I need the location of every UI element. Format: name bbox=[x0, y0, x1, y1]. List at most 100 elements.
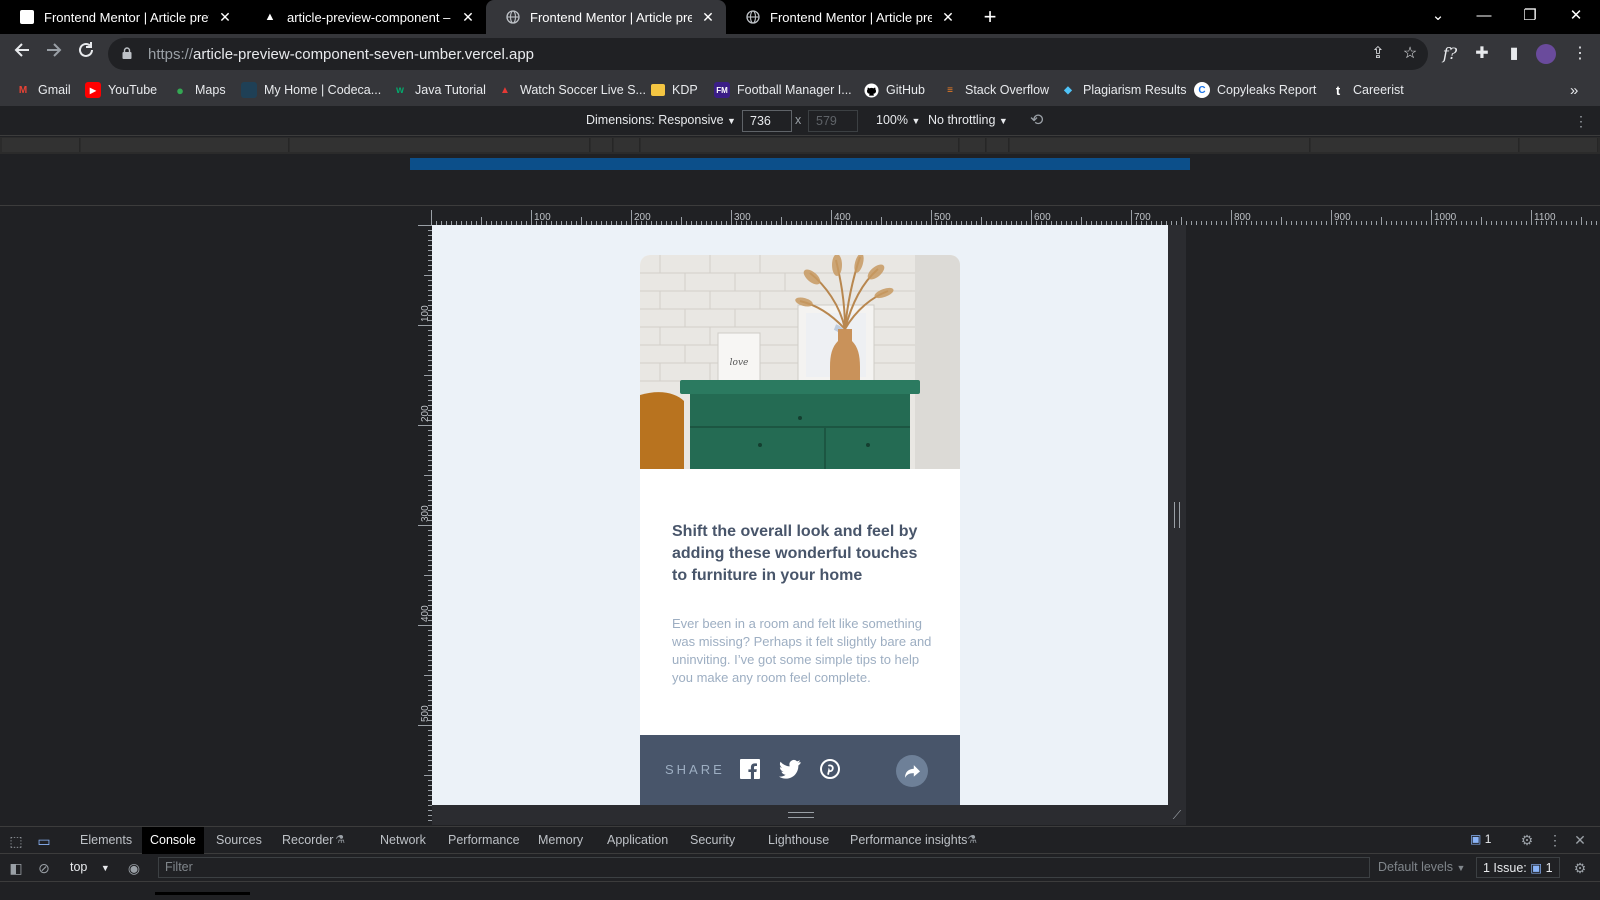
bookmark-kdp[interactable]: KDP bbox=[651, 80, 698, 100]
inspect-element-icon[interactable]: ⬚ bbox=[6, 831, 26, 851]
article-title[interactable]: Shift the overall look and feel by addin… bbox=[672, 521, 932, 587]
browser-tab-3-active[interactable]: Frontend Mentor | Article previe ✕ bbox=[486, 0, 726, 34]
bookmark-watch-soccer[interactable]: ▲ Watch Soccer Live S... bbox=[497, 80, 646, 100]
throttling-dropdown[interactable]: No throttling ▼ bbox=[928, 113, 1008, 127]
devtools-tab-performance[interactable]: Performance bbox=[440, 827, 528, 854]
issues-link[interactable]: 1 Issue: ▣ 1 bbox=[1476, 857, 1560, 878]
share-toggle-button[interactable] bbox=[896, 755, 928, 787]
close-window-button[interactable]: ✕ bbox=[1553, 0, 1599, 34]
devtools-tab-network[interactable]: Network bbox=[372, 827, 434, 854]
back-arrow-icon[interactable] bbox=[8, 40, 36, 68]
bookmark-plagiarism-results[interactable]: ◆ Plagiarism Results bbox=[1060, 80, 1186, 100]
devtools-tab-security[interactable]: Security bbox=[682, 827, 743, 854]
twitter-icon[interactable] bbox=[779, 759, 801, 781]
bookmark-copyleaks[interactable]: C Copyleaks Report bbox=[1194, 80, 1316, 100]
viewport-height-input[interactable]: 579 bbox=[808, 110, 858, 132]
viewport-corner-resizer[interactable]: ⟋ bbox=[1168, 805, 1186, 825]
issues-counter-badge[interactable]: ▣ 1 bbox=[1470, 832, 1491, 846]
close-tab-icon[interactable]: ✕ bbox=[700, 9, 716, 26]
close-tab-icon[interactable]: ✕ bbox=[217, 9, 233, 26]
pinterest-icon[interactable] bbox=[820, 759, 842, 781]
extensions-puzzle-icon[interactable]: ✚ bbox=[1468, 40, 1496, 68]
issues-label-count: 1 bbox=[1545, 861, 1553, 875]
share-page-icon[interactable]: ⇪ bbox=[1364, 40, 1392, 68]
bookmark-youtube[interactable]: ▶ YouTube bbox=[85, 80, 157, 100]
live-expression-eye-icon[interactable]: ◉ bbox=[124, 858, 144, 878]
devtools-tab-sources[interactable]: Sources bbox=[208, 827, 270, 854]
profile-avatar[interactable] bbox=[1532, 40, 1560, 68]
devtools-tab-console[interactable]: Console bbox=[142, 827, 204, 854]
context-selector[interactable]: top ▼ bbox=[70, 860, 110, 874]
device-toggle-icon[interactable]: ▭ bbox=[34, 831, 54, 851]
more-bookmarks-icon[interactable]: » bbox=[1570, 80, 1578, 100]
function-extension-icon[interactable]: f? bbox=[1436, 40, 1464, 68]
bookmark-careerist[interactable]: t Careerist bbox=[1330, 80, 1404, 100]
viewport-bottom-resizer[interactable] bbox=[432, 805, 1168, 825]
lock-icon[interactable] bbox=[122, 46, 138, 62]
zoom-dropdown[interactable]: 100% ▼ bbox=[876, 113, 920, 127]
chrome-menu-icon[interactable]: ⋮ bbox=[1566, 40, 1594, 68]
sidebar-toggle-icon[interactable]: ◧ bbox=[6, 858, 26, 878]
rotate-device-icon[interactable]: ⟲ bbox=[1030, 110, 1043, 130]
browser-tab-2[interactable]: ▲ article-preview-component – Ov ✕ bbox=[243, 0, 486, 34]
viewport-width-input[interactable]: 736 bbox=[742, 110, 792, 132]
bookmark-codecademy[interactable]: My Home | Codeca... bbox=[241, 80, 381, 100]
browser-tab-1[interactable]: Frontend Mentor | Article previe ✕ bbox=[0, 0, 243, 34]
devtools-tab-lighthouse[interactable]: Lighthouse bbox=[760, 827, 837, 854]
settings-gear-icon[interactable]: ⚙ bbox=[1517, 830, 1537, 850]
media-query-bar-max[interactable] bbox=[410, 158, 1190, 170]
experimental-flask-icon: ⚗ bbox=[967, 834, 977, 846]
devtools-menu-icon[interactable]: ⋮ bbox=[1545, 830, 1565, 850]
reload-icon[interactable] bbox=[72, 40, 100, 68]
bookmark-label: Watch Soccer Live S... bbox=[520, 83, 646, 97]
viewport-right-resizer[interactable] bbox=[1168, 225, 1186, 805]
bookmark-star-icon[interactable]: ☆ bbox=[1396, 40, 1424, 68]
console-filter-input[interactable]: Filter bbox=[158, 857, 1370, 878]
device-toolbar-menu-icon[interactable]: ⋮ bbox=[1574, 113, 1588, 130]
new-tab-button[interactable]: + bbox=[977, 4, 1003, 30]
issues-label: 1 Issue: bbox=[1483, 861, 1527, 875]
tab-search-icon[interactable]: ⌄ bbox=[1415, 0, 1461, 34]
bookmark-football-manager[interactable]: FM Football Manager I... bbox=[714, 80, 852, 100]
browser-tab-4[interactable]: Frontend Mentor | Article previe ✕ bbox=[726, 0, 966, 34]
forward-arrow-icon[interactable] bbox=[40, 40, 68, 68]
bookmark-label: KDP bbox=[672, 83, 698, 97]
facebook-icon[interactable] bbox=[740, 759, 762, 781]
bookmark-maps[interactable]: ● Maps bbox=[172, 80, 226, 100]
side-panel-icon[interactable]: ▮ bbox=[1500, 40, 1528, 68]
copyleaks-icon: C bbox=[1194, 82, 1210, 98]
devtools-tab-application[interactable]: Application bbox=[599, 827, 676, 854]
ruler-label: 1100 bbox=[1534, 212, 1556, 223]
media-query-bar-min[interactable] bbox=[0, 137, 1600, 154]
bookmark-stack-overflow[interactable]: ≡ Stack Overflow bbox=[942, 80, 1049, 100]
bookmark-github[interactable]: GitHub bbox=[863, 80, 925, 100]
dropdown-caret-icon: ▼ bbox=[1456, 863, 1466, 873]
bookmark-gmail[interactable]: M Gmail bbox=[15, 80, 71, 100]
bookmark-java-tutorial[interactable]: w Java Tutorial bbox=[392, 80, 486, 100]
restore-window-button[interactable]: ❐ bbox=[1507, 0, 1553, 34]
log-levels-label: Default levels bbox=[1378, 860, 1454, 874]
console-splitter-handle[interactable] bbox=[155, 892, 250, 895]
close-devtools-icon[interactable]: ✕ bbox=[1570, 830, 1590, 850]
log-levels-dropdown[interactable]: Default levels ▼ bbox=[1378, 860, 1465, 874]
devtools-tab-bar: ⬚ ▭ Elements Console Sources Recorder ⚗ … bbox=[0, 826, 1600, 854]
dropdown-caret-icon: ▼ bbox=[100, 863, 110, 873]
devtools-tab-elements[interactable]: Elements bbox=[72, 827, 140, 854]
clear-console-icon[interactable]: ⊘ bbox=[34, 858, 54, 878]
throttling-label: No throttling bbox=[928, 113, 996, 127]
minimize-window-button[interactable]: — bbox=[1461, 0, 1507, 34]
close-tab-icon[interactable]: ✕ bbox=[460, 9, 476, 26]
address-bar[interactable]: https:// article-preview-component-seven… bbox=[108, 38, 1428, 70]
article-card: love Shift the overall look and feel by … bbox=[640, 255, 960, 805]
ruler-label: 600 bbox=[1034, 212, 1051, 223]
devtools-tab-performance-insights[interactable]: Performance insights bbox=[842, 827, 975, 854]
console-settings-gear-icon[interactable]: ⚙ bbox=[1570, 858, 1590, 878]
dimensions-dropdown[interactable]: Dimensions: Responsive ▼ bbox=[586, 113, 736, 127]
close-tab-icon[interactable]: ✕ bbox=[940, 9, 956, 26]
football-manager-icon: FM bbox=[714, 82, 730, 98]
ruler-label: 400 bbox=[420, 605, 431, 622]
ruler-label: 500 bbox=[420, 705, 431, 722]
device-toolbar: Dimensions: Responsive ▼ 736 x 579 100% … bbox=[0, 106, 1600, 136]
soccer-icon: ▲ bbox=[500, 84, 510, 96]
devtools-tab-memory[interactable]: Memory bbox=[530, 827, 591, 854]
